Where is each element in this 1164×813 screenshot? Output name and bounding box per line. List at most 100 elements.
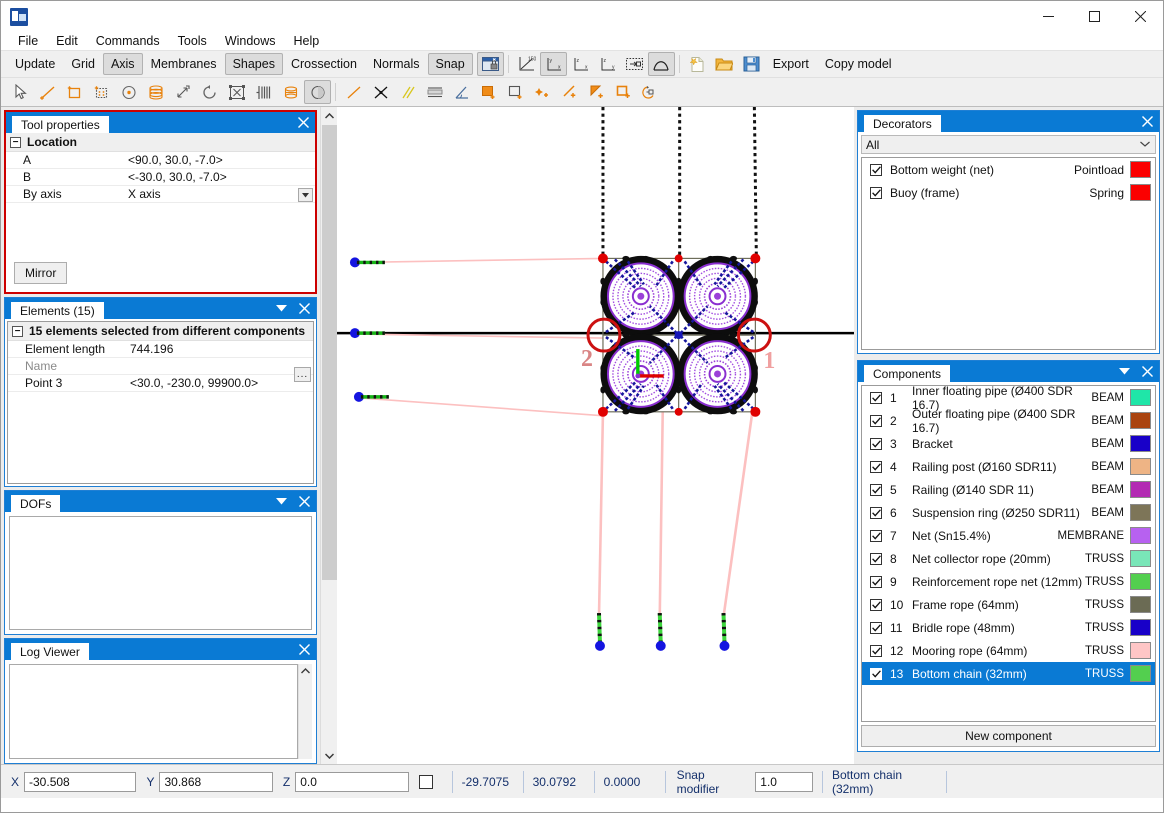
minimize-button[interactable] [1025, 1, 1071, 32]
component-color-swatch[interactable] [1130, 481, 1151, 498]
export-button[interactable]: Export [765, 57, 817, 71]
element-length-row[interactable]: Element length 744.196 [8, 341, 313, 358]
component-color-swatch[interactable] [1130, 527, 1151, 544]
z-input[interactable]: 0.0 [295, 771, 409, 792]
add-rectangle-icon[interactable] [61, 80, 88, 104]
add-grid-icon[interactable] [88, 80, 115, 104]
property-value[interactable]: <-30.0, 30.0, -7.0> [124, 170, 315, 184]
components-list[interactable]: 1 Inner floating pipe (Ø400 SDR 16.7) BEAM… [861, 385, 1156, 722]
menu-item-file[interactable]: File [9, 33, 47, 50]
elements-close-icon[interactable] [297, 301, 312, 316]
decorator-row[interactable]: Buoy (frame) Spring [862, 181, 1155, 204]
toolbar-shapes-button[interactable]: Shapes [224, 53, 283, 75]
line-icon[interactable] [340, 80, 367, 104]
add-triangle-icon[interactable] [583, 80, 610, 104]
add-node-icon[interactable] [529, 80, 556, 104]
dofs-list[interactable] [9, 516, 312, 630]
decorators-list[interactable]: Bottom weight (net) Pointload Buoy (fram… [861, 157, 1156, 350]
select-arrow-icon[interactable] [7, 80, 34, 104]
fill-square-icon[interactable] [475, 80, 502, 104]
collapse-icon[interactable]: − [10, 136, 21, 148]
viewport-canvas[interactable]: 2 1 [337, 107, 854, 762]
component-row[interactable]: 5 Railing (Ø140 SDR 11) BEAM [862, 478, 1155, 501]
log-viewer-tab[interactable]: Log Viewer [11, 643, 89, 660]
component-row[interactable]: 3 Bracket BEAM [862, 432, 1155, 455]
scale-icon[interactable] [169, 80, 196, 104]
mirror-button[interactable]: Mirror [14, 262, 68, 284]
component-checkbox[interactable] [870, 506, 882, 519]
y-input[interactable]: 30.868 [159, 771, 273, 792]
front-view-icon[interactable]: yx [539, 52, 567, 76]
component-row[interactable]: 8 Net collector rope (20mm) TRUSS [862, 547, 1155, 570]
add-point-icon[interactable] [115, 80, 142, 104]
component-color-swatch[interactable] [1130, 596, 1151, 613]
component-color-swatch[interactable] [1130, 458, 1151, 475]
component-color-swatch[interactable] [1130, 504, 1151, 521]
close-button[interactable] [1117, 1, 1163, 32]
property-row-b[interactable]: B <-30.0, 30.0, -7.0> [6, 169, 315, 186]
element-length-value[interactable]: 744.196 [126, 342, 313, 356]
chevron-down-icon[interactable] [298, 188, 313, 202]
x-input[interactable]: -30.508 [24, 771, 137, 792]
chevron-up-icon[interactable] [299, 664, 312, 678]
decorators-filter-select[interactable]: All [861, 135, 1156, 154]
component-checkbox[interactable] [870, 529, 882, 542]
location-group-header[interactable]: − Location [6, 133, 315, 152]
component-checkbox[interactable] [870, 575, 882, 588]
component-row[interactable]: 13 Bottom chain (32mm) TRUSS [862, 662, 1155, 685]
component-color-swatch[interactable] [1130, 642, 1151, 659]
log-viewer-scrollbar[interactable] [298, 664, 312, 759]
decorator-color-swatch[interactable] [1130, 161, 1151, 178]
components-tab[interactable]: Components [864, 365, 951, 382]
tool-properties-close-icon[interactable] [296, 115, 311, 130]
toolbar-normals-button[interactable]: Normals [365, 53, 428, 75]
collapse-icon[interactable]: − [12, 325, 23, 337]
property-row-a[interactable]: A <90.0, 30.0, -7.0> [6, 152, 315, 169]
shade-half-icon[interactable] [304, 80, 331, 104]
components-menu-icon[interactable] [1117, 364, 1132, 379]
component-color-swatch[interactable] [1130, 665, 1151, 682]
cylinder-icon[interactable] [142, 80, 169, 104]
rotate-icon[interactable] [196, 80, 223, 104]
element-point3-row[interactable]: Point 3 <30.0, -230.0, 99900.0> [8, 375, 313, 392]
component-row[interactable]: 4 Railing post (Ø160 SDR11) BEAM [862, 455, 1155, 478]
menu-item-tools[interactable]: Tools [169, 33, 216, 50]
angle-icon[interactable] [448, 80, 475, 104]
menu-item-windows[interactable]: Windows [216, 33, 285, 50]
component-checkbox[interactable] [870, 414, 882, 427]
top-view-icon[interactable]: zy [594, 52, 621, 76]
component-checkbox[interactable] [870, 437, 882, 450]
scroll-down-icon[interactable] [321, 747, 338, 764]
intersect-icon[interactable] [367, 80, 394, 104]
menu-item-commands[interactable]: Commands [87, 33, 169, 50]
viewport-3d[interactable]: 2 1 [337, 107, 854, 764]
toolbar-crossection-button[interactable]: Crossection [283, 53, 365, 75]
component-row[interactable]: 10 Frame rope (64mm) TRUSS [862, 593, 1155, 616]
fit-selection-icon[interactable] [223, 80, 250, 104]
elements-tab[interactable]: Elements (15) [11, 302, 104, 319]
by-axis-combo[interactable]: X axis [124, 187, 315, 202]
property-row-by-axis[interactable]: By axis X axis [6, 186, 315, 203]
dofs-close-icon[interactable] [297, 494, 312, 509]
iso-view-icon[interactable]: 150 [513, 52, 540, 76]
snap-modifier-input[interactable]: 1.0 [755, 771, 813, 792]
menu-item-edit[interactable]: Edit [47, 33, 87, 50]
scroll-up-icon[interactable] [321, 107, 338, 124]
toolbar-axis-button[interactable]: Axis [102, 53, 143, 75]
new-component-button[interactable]: New component [861, 725, 1156, 747]
component-checkbox[interactable] [870, 552, 882, 565]
equal-length-icon[interactable] [421, 80, 448, 104]
add-line-icon[interactable] [34, 80, 61, 104]
maximize-button[interactable] [1071, 1, 1117, 32]
copy-model-button[interactable]: Copy model [817, 57, 900, 71]
component-color-swatch[interactable] [1130, 573, 1151, 590]
dofs-menu-icon[interactable] [274, 494, 289, 509]
save-disk-icon[interactable] [738, 52, 765, 76]
lock-view-icon[interactable] [476, 52, 504, 76]
left-dock-scrollbar[interactable] [320, 107, 338, 764]
parallel-icon[interactable] [394, 80, 421, 104]
component-checkbox[interactable] [870, 621, 882, 634]
element-point3-value[interactable]: <30.0, -230.0, 99900.0> [126, 376, 313, 390]
coordinate-lock-checkbox[interactable] [418, 774, 433, 789]
element-name-row[interactable]: Name ... [8, 358, 313, 382]
